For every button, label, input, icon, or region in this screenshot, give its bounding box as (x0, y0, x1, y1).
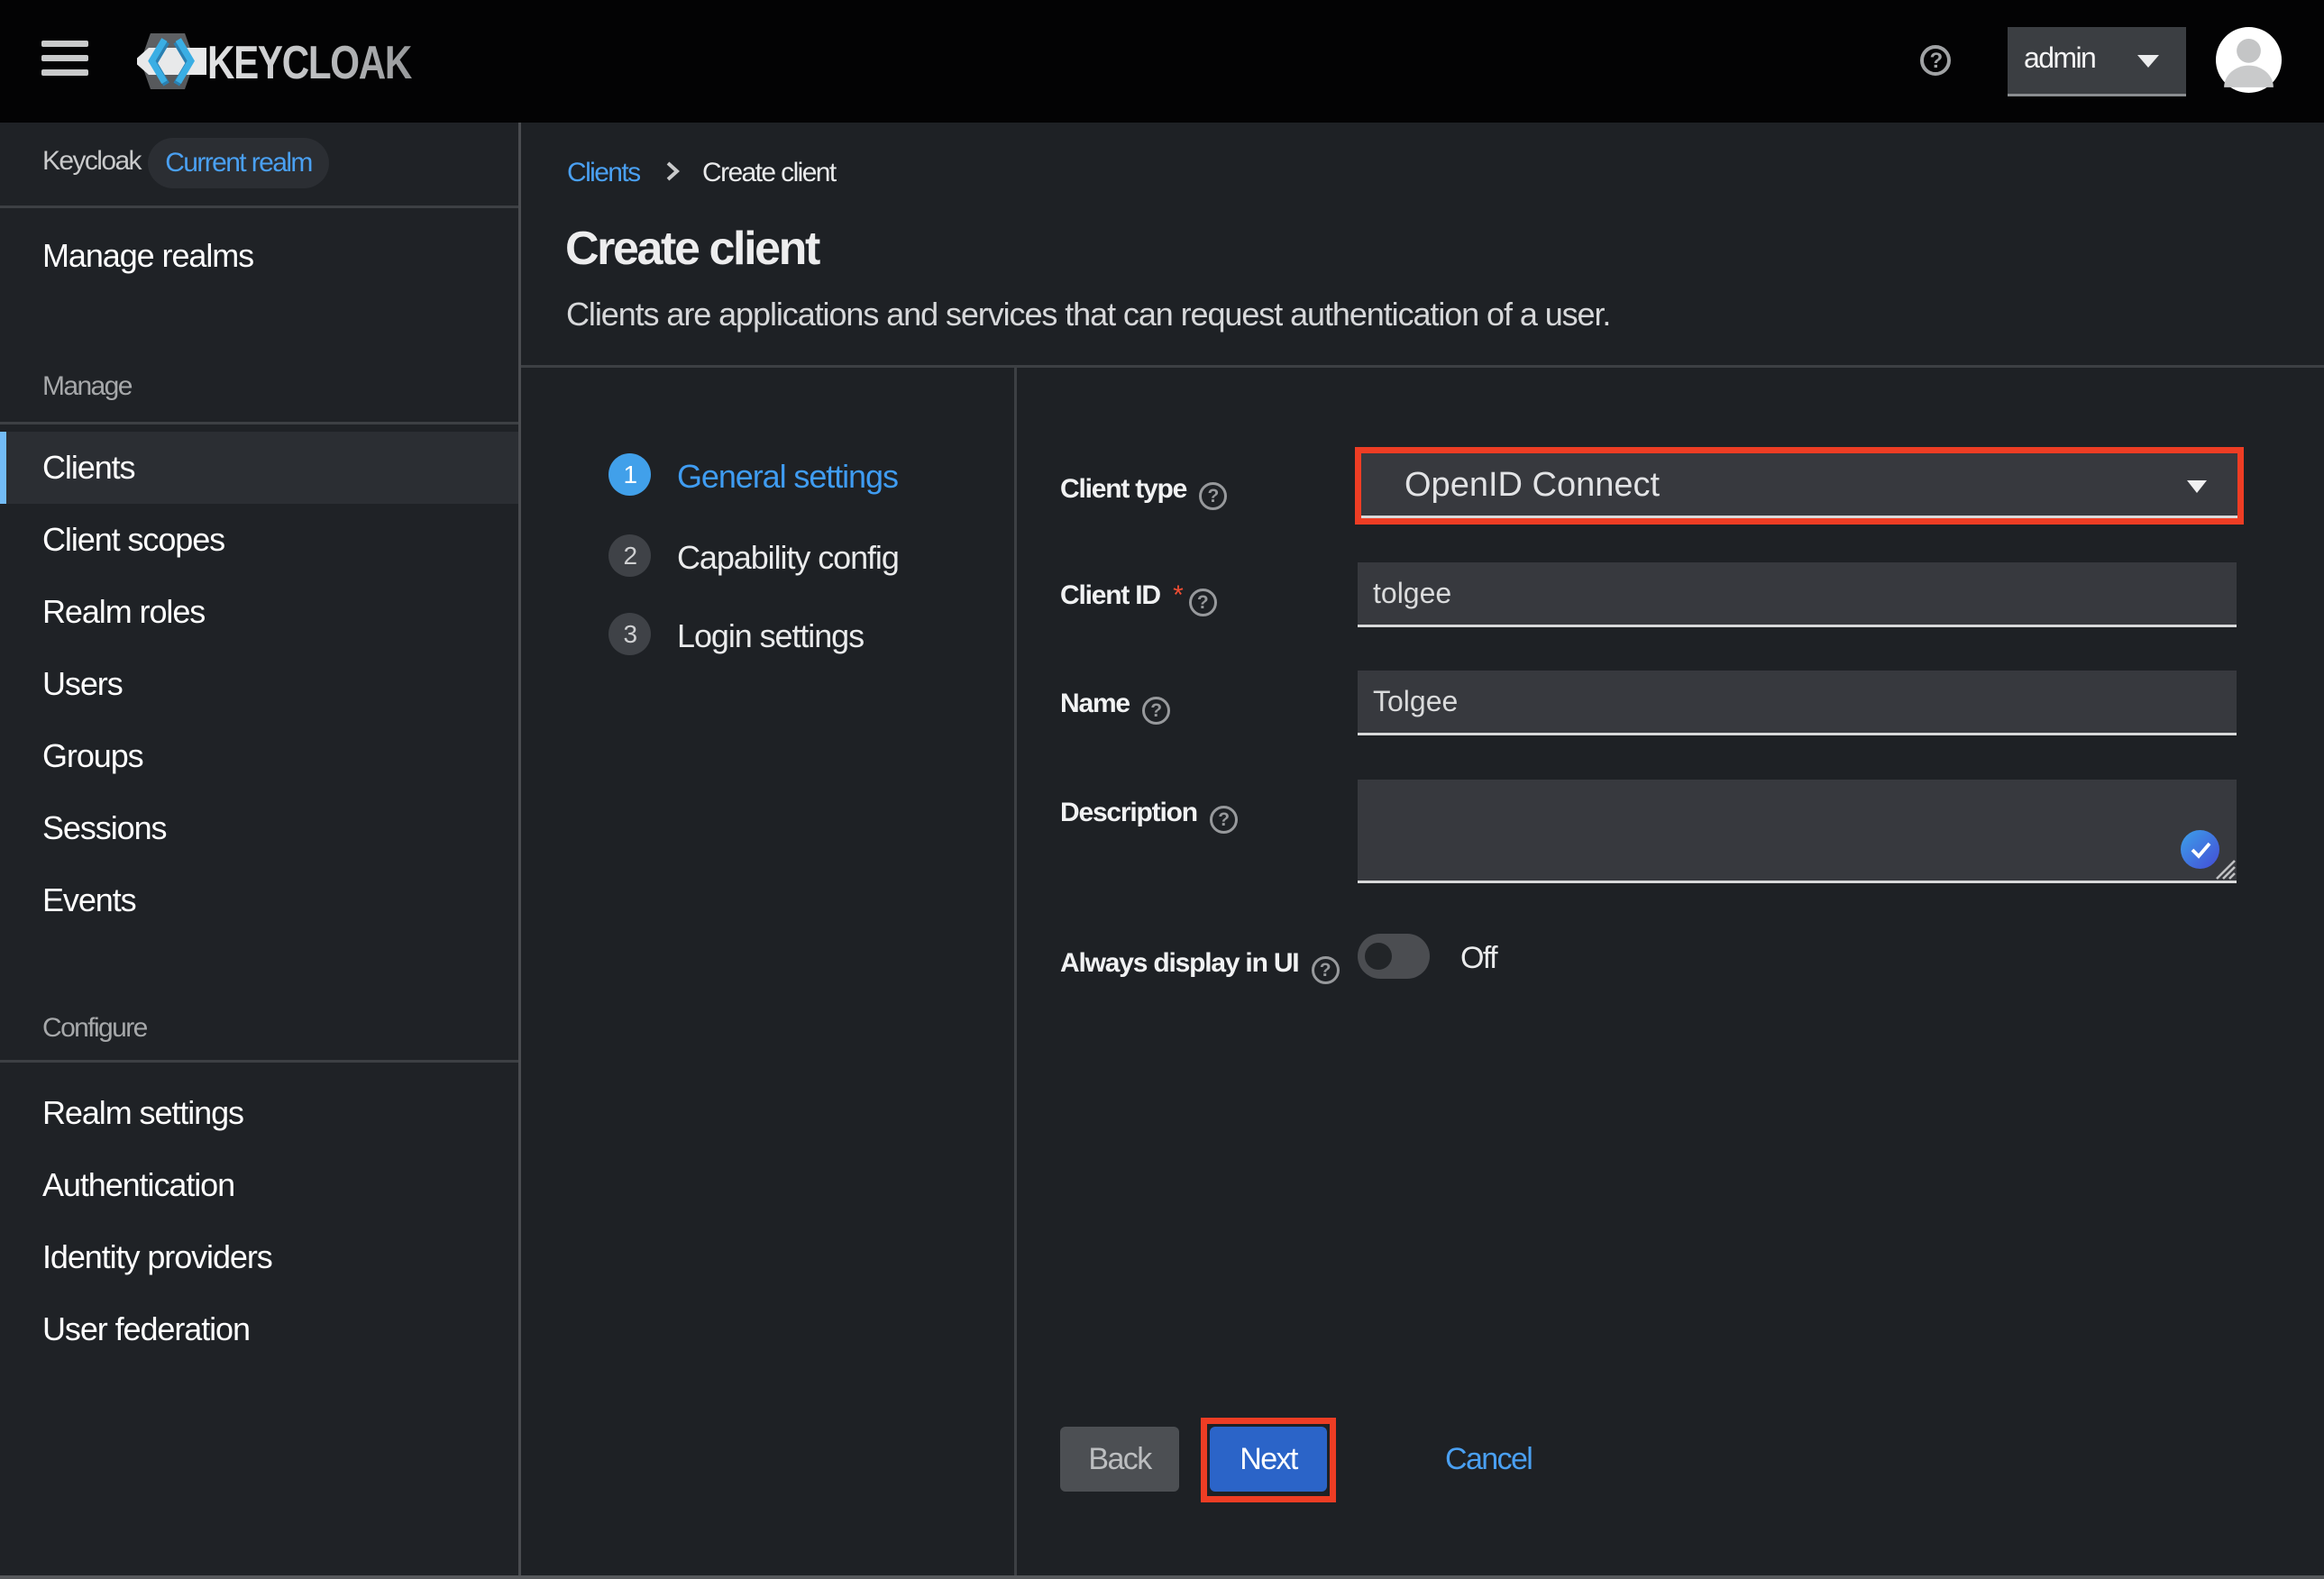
svg-text:KEYCLOAK: KEYCLOAK (207, 37, 413, 89)
